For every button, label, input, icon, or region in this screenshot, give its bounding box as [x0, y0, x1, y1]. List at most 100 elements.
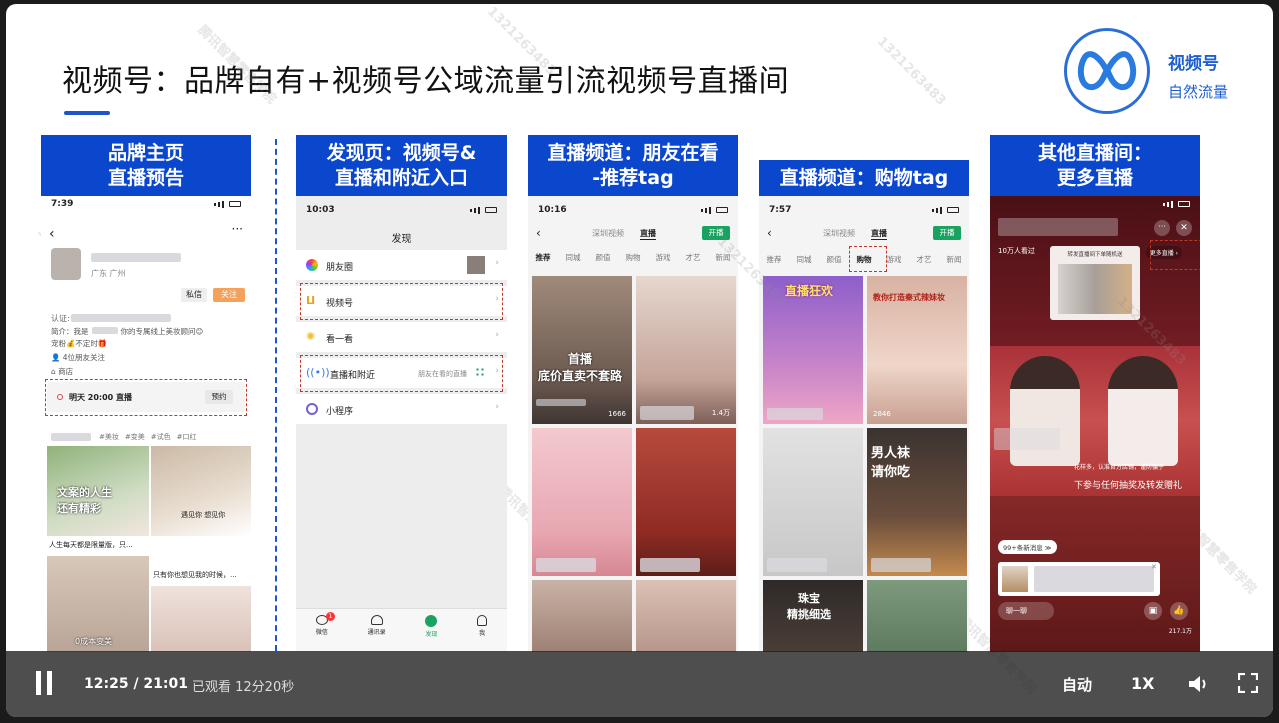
video-thumb[interactable]: 0成本变美 [47, 556, 149, 652]
shop-bag-icon[interactable]: ▣ [1144, 602, 1162, 620]
quality-auto-button[interactable]: 自动 [1062, 674, 1092, 695]
bio-line2: 宠粉💰不定时🎁 [51, 339, 108, 348]
live-card[interactable] [636, 428, 736, 576]
menu-mini-programs[interactable]: 小程序 › [296, 394, 507, 424]
panel5-header-line1: 其他直播间： [1037, 141, 1152, 164]
live-card[interactable]: 教你打造秦式辣妹妆 2846 [867, 276, 967, 424]
product-card[interactable]: 转发直播间下单随机送 [1050, 246, 1140, 320]
pause-icon[interactable] [36, 671, 56, 695]
more-icon[interactable]: ··· [1154, 220, 1170, 236]
cat-tab[interactable]: 同城 [566, 252, 581, 263]
tab-contacts[interactable]: 通讯录 [368, 615, 386, 652]
live-card[interactable]: 珠宝 精挑细选 [763, 580, 863, 652]
moments-icon [306, 259, 318, 271]
more-icon[interactable]: ··· [232, 222, 243, 236]
live-card-overlay: 教你打造秦式辣妹妆 [873, 293, 945, 302]
live-card[interactable]: 1.4万 [636, 276, 736, 424]
cat-tab[interactable]: 颜值 [596, 252, 611, 263]
live-card[interactable]: 直播狂欢 [763, 276, 863, 424]
cat-tab[interactable]: 颜值 [827, 254, 842, 265]
tag-item[interactable]: #试色 [151, 432, 171, 442]
signal-icon [470, 206, 497, 214]
message-button[interactable]: 私信 [181, 288, 207, 302]
tab-me[interactable]: 我 [477, 615, 488, 652]
panel3-header-line1: 直播频道：朋友在看 [547, 141, 719, 164]
top-tab[interactable]: 深圳视频 [823, 228, 855, 239]
tab-discover[interactable]: 发现 [425, 615, 437, 652]
cat-tab[interactable]: 游戏 [887, 254, 902, 265]
live-card-overlay: 珠宝 精挑细选 [787, 592, 831, 621]
playback-speed-button[interactable]: 1X [1131, 674, 1154, 693]
cat-tab[interactable]: 推荐 [767, 254, 782, 265]
follow-button[interactable]: 关注 [213, 288, 245, 302]
live-card[interactable] [867, 580, 967, 652]
back-icon[interactable]: ‹ [536, 226, 541, 240]
auth-value [71, 314, 171, 322]
start-live-button[interactable]: 开播 [702, 226, 730, 240]
tab-label: 微信 [315, 629, 328, 636]
panel2-header: 发现页：视频号& 直播和附近入口 [296, 135, 507, 196]
tab-label: 通讯录 [367, 629, 386, 636]
signal-icon [701, 206, 728, 214]
live-card[interactable]: 男人袜 请你吃 [867, 428, 967, 576]
start-live-button[interactable]: 开播 [933, 226, 961, 240]
chevron-right-icon: › [495, 330, 499, 340]
volume-icon[interactable] [1186, 671, 1212, 697]
like-icon[interactable]: 👍 [1170, 602, 1188, 620]
mini-program-icon [306, 403, 318, 415]
fullscreen-icon[interactable] [1237, 672, 1259, 694]
live-card[interactable] [636, 580, 736, 652]
popup-image [1002, 566, 1028, 592]
tag-item[interactable]: #美妆 [99, 432, 119, 442]
card-title [536, 399, 586, 406]
menu-label: 看一看 [326, 335, 354, 345]
product-popup[interactable]: ✕ [998, 562, 1160, 596]
cat-tab[interactable]: 同城 [797, 254, 812, 265]
cat-tab[interactable]: 游戏 [656, 252, 671, 263]
status-time: 7:57 [769, 205, 792, 215]
unread-badge: 1 [325, 612, 335, 621]
popup-close-icon[interactable]: ✕ [1151, 563, 1157, 571]
card-title [640, 558, 700, 572]
cat-tab[interactable]: 购物 [626, 252, 641, 263]
video-thumb[interactable]: 文案的人生 还有精彩 [47, 446, 149, 536]
tag-item[interactable]: #变美 [125, 432, 145, 442]
cat-tab[interactable]: 才艺 [686, 252, 701, 263]
video-thumb[interactable] [151, 586, 251, 652]
menu-top-stories[interactable]: ✺ 看一看 › [296, 322, 507, 352]
cat-tab[interactable]: 新闻 [947, 254, 962, 265]
slide: 视频号：品牌自有+视频号公域流量引流视频号直播间 视频号 自然流量 腾讯智慧零售… [6, 4, 1273, 717]
top-tab-active[interactable]: 直播 [640, 228, 656, 240]
channels-logo-icon [1064, 28, 1150, 114]
live-card[interactable] [532, 428, 632, 576]
menu-moments[interactable]: 朋友圈 › [296, 250, 507, 280]
top-stories-icon: ✺ [306, 330, 316, 343]
close-icon[interactable]: ✕ [1176, 220, 1192, 236]
new-messages-pill[interactable]: 99+条新消息 ≫ [998, 540, 1057, 554]
live-card[interactable] [532, 580, 632, 652]
tag-row: #美妆 #变美 #试色 #口红 [99, 432, 197, 442]
streamer-name [998, 218, 1118, 236]
chat-input[interactable]: 聊一聊 [998, 602, 1054, 620]
back-icon[interactable]: ‹ [49, 226, 55, 242]
profile-location: 广东 广州 [91, 269, 126, 278]
card-title [640, 406, 694, 420]
top-tab[interactable]: 深圳视频 [592, 228, 624, 239]
cat-tab[interactable]: 新闻 [716, 252, 731, 263]
bio-prefix: 简介：我是 [51, 327, 89, 336]
cat-tab-active[interactable]: 推荐 [536, 252, 551, 263]
tag-item[interactable]: #口红 [177, 432, 197, 442]
bio-name [91, 327, 118, 334]
person-icon [477, 615, 488, 626]
playback-time: 12:25 / 21:01 [84, 676, 188, 692]
shop-link[interactable]: ⌂ 商店 [51, 366, 73, 377]
back-icon[interactable]: ‹ [767, 226, 772, 240]
live-card[interactable]: 首播 底价直卖不套路 1666 [532, 276, 632, 424]
tab-chats[interactable]: 微信 1 [315, 612, 335, 652]
panel4-header: 直播频道：购物tag [759, 160, 969, 196]
live-card[interactable] [763, 428, 863, 576]
panel3-header-line2: -推荐tag [592, 166, 674, 189]
video-thumb[interactable]: 遇见你 想见你 [151, 446, 251, 536]
top-tab-active[interactable]: 直播 [871, 228, 887, 240]
cat-tab[interactable]: 才艺 [917, 254, 932, 265]
